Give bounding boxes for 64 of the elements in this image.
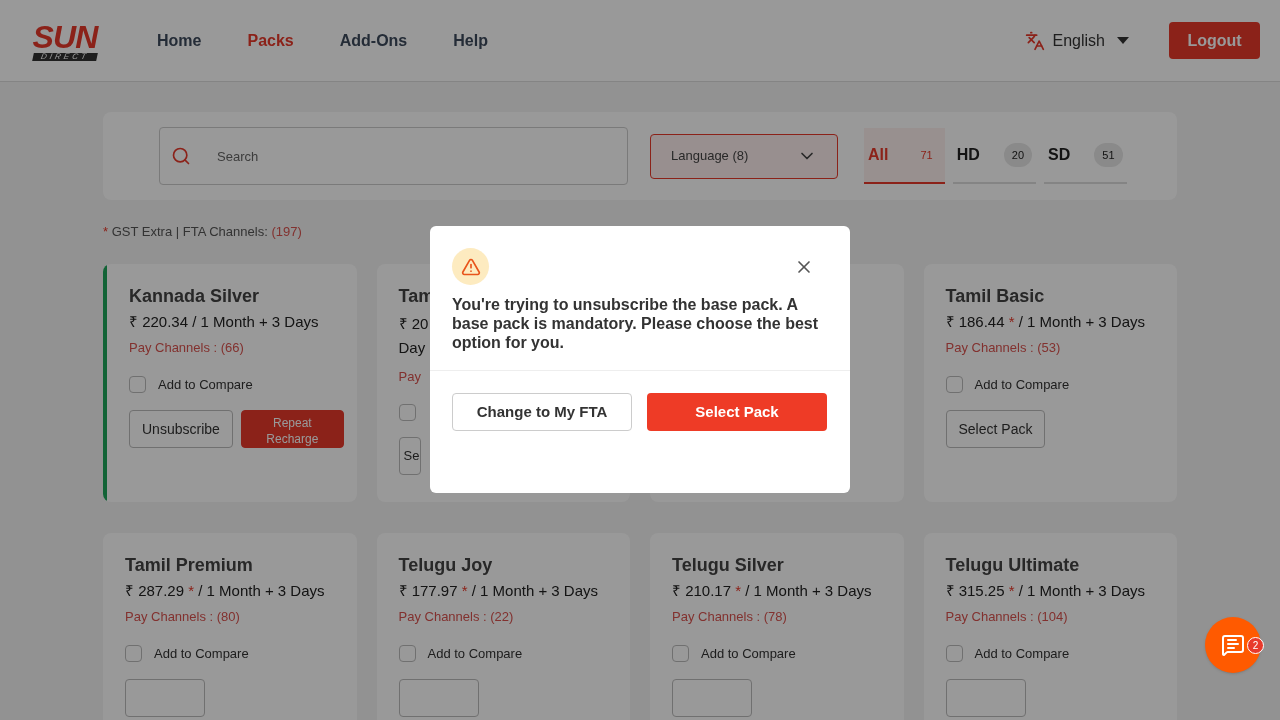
compare-checkbox[interactable]	[398, 403, 416, 421]
pay-channels: Pay Channels : (78)	[672, 608, 787, 624]
compare-label: Add to Compare	[974, 644, 1070, 663]
compare-checkbox[interactable]	[129, 375, 146, 393]
compare-label: Add to Compare	[154, 644, 249, 663]
pay-channels: Pay Channels : (104)	[945, 608, 1068, 624]
search-icon	[171, 146, 191, 166]
compare-checkbox[interactable]	[398, 644, 416, 662]
pack-title: Telugu Joy	[398, 553, 494, 577]
compare-label: Add to Compare	[427, 644, 523, 663]
nav-link[interactable]: Packs	[247, 28, 294, 53]
pack-title: Tamil Basic	[945, 284, 1046, 308]
pack-button[interactable]: Repeat Recharge	[240, 410, 344, 448]
pack-price: ₹ 220.34 / 1 Month + 3 Days	[129, 311, 320, 331]
search-field[interactable]: Search	[159, 127, 628, 185]
language-menu[interactable]: English	[1052, 28, 1129, 53]
chat-button[interactable]	[1205, 617, 1261, 673]
pack-button[interactable]	[125, 679, 205, 717]
pack-button[interactable]	[945, 679, 1026, 717]
pack-button[interactable]: Select Pack	[945, 410, 1046, 448]
dialog-button[interactable]: Select Pack	[647, 393, 827, 431]
pay-channels: Pay	[398, 368, 421, 384]
compare-checkbox[interactable]	[672, 644, 689, 662]
filter-tab[interactable]: SD 51	[1044, 128, 1127, 184]
dialog-message: You're trying to unsubscribe the base pack. A base pack is mandatory. Please choose the best option for you.	[451, 295, 820, 352]
compare-checkbox[interactable]	[945, 375, 963, 393]
compare-checkbox[interactable]	[945, 644, 963, 662]
compare-label: Add to Compare	[158, 375, 253, 394]
pack-button[interactable]	[398, 679, 479, 717]
chat-icon	[1221, 633, 1245, 657]
pack-period: Day	[398, 338, 426, 356]
gst-note: * GST Extra | FTA Channels: (197)	[103, 223, 303, 241]
pay-channels: Pay Channels : (66)	[129, 339, 244, 355]
pack-price: ₹ 177.97 * / 1 Month + 3 Days	[398, 580, 600, 600]
dialog-button[interactable]: Change to My FTA	[452, 393, 632, 431]
pack-title: Telugu Silver	[672, 553, 785, 577]
language-filter[interactable]: Language (8)	[650, 133, 838, 179]
pay-channels: Pay Channels : (53)	[945, 339, 1061, 355]
logo[interactable]: SUN DIRECT	[20, 20, 110, 61]
translate-icon	[1024, 30, 1045, 51]
compare-label: Add to Compare	[974, 375, 1070, 394]
pack-button[interactable]	[672, 679, 752, 717]
pack-price: ₹ 20	[398, 314, 429, 332]
filter-tab[interactable]: All 71	[864, 128, 945, 184]
pack-title: Tamil Premium	[125, 553, 254, 577]
nav-link[interactable]: Add-Ons	[339, 28, 408, 53]
pack-button[interactable]: Se	[398, 436, 421, 475]
pack-title: Kannada Silver	[129, 284, 261, 308]
pack-price: ₹ 287.29 * / 1 Month + 3 Days	[125, 580, 326, 600]
caret-icon	[1117, 36, 1129, 45]
pack-price: ₹ 210.17 * / 1 Month + 3 Days	[672, 580, 873, 600]
compare-label: Add to Compare	[701, 644, 796, 663]
nav-link[interactable]: Help	[453, 28, 488, 53]
compare-checkbox[interactable]	[125, 644, 142, 662]
pack-title: Telugu Ultimate	[945, 553, 1081, 577]
filter-tab[interactable]: HD 20	[952, 128, 1037, 184]
pack-price: ₹ 315.25 * / 1 Month + 3 Days	[945, 580, 1147, 600]
pack-button[interactable]: Unsubscribe	[129, 410, 233, 448]
warning-icon	[452, 248, 489, 285]
logout-button[interactable]: Logout	[1169, 22, 1260, 59]
pack-price: ₹ 186.44 * / 1 Month + 3 Days	[945, 311, 1147, 331]
pay-channels: Pay Channels : (80)	[125, 608, 240, 624]
pay-channels: Pay Channels : (22)	[398, 608, 514, 624]
nav-link[interactable]: Home	[157, 28, 202, 53]
